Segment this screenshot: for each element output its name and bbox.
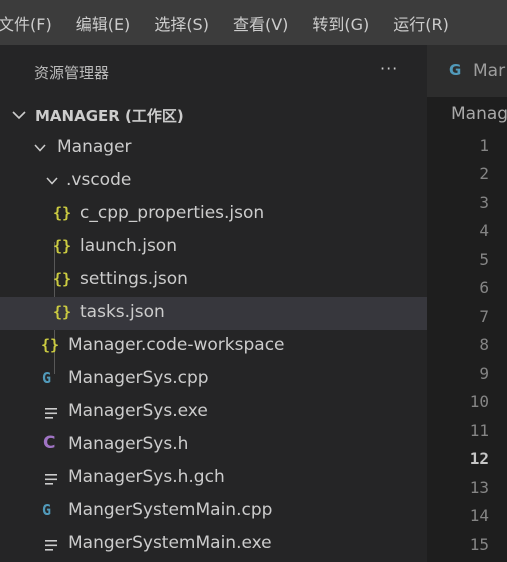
c-header-icon: C [43,433,56,453]
tree-label: Manager [57,137,132,157]
tree-file-c-cpp-properties[interactable]: {} c_cpp_properties.json [0,198,427,231]
tree-file-launch[interactable]: {} launch.json [0,231,427,264]
line-number-gutter: 1 2 3 4 5 6 7 8 9 10 11 12 13 14 15 [427,131,507,562]
tree-file-managersys-h[interactable]: C ManagerSys.h [0,429,427,462]
more-actions-icon[interactable]: ··· [380,59,398,78]
tree-label: Manager.code-workspace [68,335,285,355]
menu-view[interactable]: 查看(V) [233,11,288,35]
tree-file-settings[interactable]: {} settings.json [0,264,427,297]
line-number-active: 12 [469,449,489,468]
tree-label: .vscode [66,170,132,190]
tree-label: MangerSystemMain.cpp [68,500,273,520]
cpp-icon: G [449,61,462,79]
line-number: 3 [479,193,489,212]
lines-icon [45,474,57,485]
line-number: 13 [469,478,489,497]
tree-label: ManagerSys.h.gch [68,467,225,487]
tree-label: ManagerSys.cpp [68,368,209,388]
explorer-sidebar: 资源管理器 ··· MANAGER (工作区) Manager .vscode … [0,45,427,562]
menu-edit[interactable]: 编辑(E) [76,11,131,35]
tree-label: launch.json [80,236,177,256]
tree-folder-vscode[interactable]: .vscode [0,165,427,198]
editor-tab-bar: G Mar [427,45,507,97]
line-number: 6 [479,278,489,297]
line-number: 11 [469,421,489,440]
tree-label: ManagerSys.h [68,434,189,454]
menu-go[interactable]: 转到(G) [312,11,369,35]
line-number: 5 [479,250,489,269]
json-icon: {} [53,303,72,321]
menu-bar: 文件(F) 编辑(E) 选择(S) 查看(V) 转到(G) 运行(R) [0,0,507,45]
tree-file-managersys-h-gch[interactable]: ManagerSys.h.gch [0,462,427,495]
workspace-section-title: MANAGER (工作区) [35,107,184,125]
menu-selection[interactable]: 选择(S) [154,11,209,35]
json-icon: {} [53,237,72,255]
tab-label: Mar [473,61,506,81]
tree-folder-manager[interactable]: Manager [0,132,427,165]
chevron-down-icon [12,111,26,120]
menu-run[interactable]: 运行(R) [393,11,449,35]
json-icon: {} [53,270,72,288]
line-number: 8 [479,335,489,354]
sidebar-title: 资源管理器 [34,64,110,82]
tree-label: tasks.json [80,302,165,322]
tree-file-mangersystemmain-cpp[interactable]: G MangerSystemMain.cpp [0,495,427,528]
tree-label: ManagerSys.exe [68,401,208,421]
line-number: 15 [469,535,489,554]
tree-file-code-workspace[interactable]: {} Manager.code-workspace [0,330,427,363]
cpp-icon: G [42,369,52,387]
line-number: 9 [479,364,489,383]
lines-icon [45,408,57,419]
line-number: 2 [479,164,489,183]
line-number: 10 [469,392,489,411]
line-number: 7 [479,307,489,326]
breadcrumb[interactable]: Manag [451,104,507,124]
line-number: 1 [479,136,489,155]
workspace-section-header[interactable]: MANAGER (工作区) [0,99,427,132]
chevron-down-icon [34,144,46,152]
tree-label: settings.json [80,269,188,289]
menu-file[interactable]: 文件(F) [0,11,52,35]
line-number: 14 [469,506,489,525]
sidebar-header: 资源管理器 ··· [0,45,427,99]
tree-file-managersys-exe[interactable]: ManagerSys.exe [0,396,427,429]
editor-tab[interactable]: G Mar [427,45,507,97]
lines-icon [45,540,57,551]
cpp-icon: G [42,501,52,519]
tree-label: c_cpp_properties.json [80,203,265,223]
json-icon: {} [41,336,60,354]
chevron-down-icon [46,177,58,185]
tree-label: MangerSystemMain.exe [68,533,272,553]
tree-file-managersys-cpp[interactable]: G ManagerSys.cpp [0,363,427,396]
tree-file-tasks[interactable]: {} tasks.json [0,297,427,330]
line-number: 4 [479,221,489,240]
json-icon: {} [53,204,72,222]
tree-file-mangersystemmain-exe[interactable]: MangerSystemMain.exe [0,528,427,561]
